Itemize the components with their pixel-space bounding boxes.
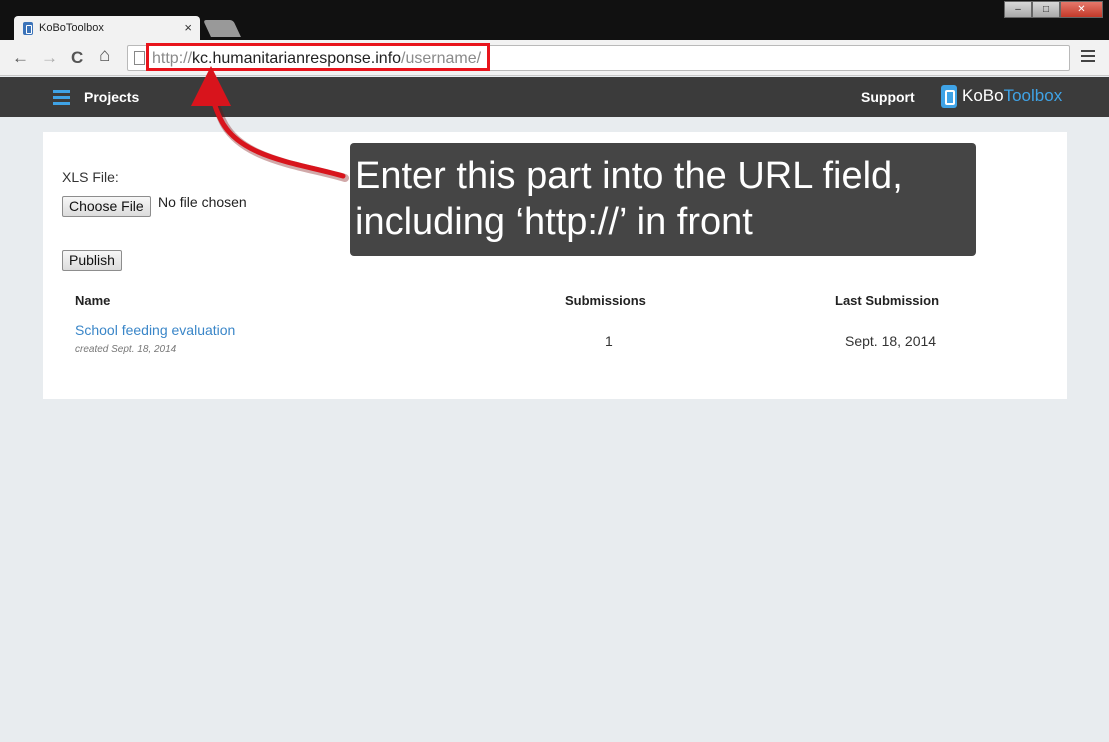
annotation-line-2: including ‘http://’ in front — [355, 201, 753, 243]
choose-file-button[interactable]: Choose File — [62, 196, 151, 217]
project-link[interactable]: School feeding evaluation — [75, 322, 235, 338]
annotation-callout: Enter this part into the URL field, incl… — [350, 143, 976, 256]
column-header-name[interactable]: Name — [75, 293, 110, 308]
page-icon — [134, 51, 145, 65]
xls-file-label: XLS File: — [62, 169, 119, 185]
back-arrow-icon[interactable]: ← — [12, 48, 29, 68]
annotation-line-1: Enter this part into the URL field, — [355, 155, 903, 197]
minimize-button[interactable]: – — [1004, 1, 1032, 18]
browser-titlebar: KoBoToolbox × – □ ✕ — [0, 0, 1109, 41]
tab-title: KoBoToolbox — [39, 22, 104, 34]
new-tab-button[interactable] — [203, 20, 241, 37]
window-controls: – □ ✕ — [1004, 1, 1103, 18]
submissions-count: 1 — [605, 333, 613, 349]
column-header-submissions[interactable]: Submissions — [565, 293, 646, 308]
tab-close-icon[interactable]: × — [184, 20, 192, 35]
annotation-text: Enter this part into the URL field, incl… — [355, 153, 903, 245]
app-header: Projects Support KoBoToolbox — [0, 77, 1109, 117]
column-header-last-submission[interactable]: Last Submission — [835, 293, 939, 308]
kobo-logo-icon — [941, 85, 957, 108]
maximize-button[interactable]: □ — [1032, 1, 1060, 18]
last-submission-date: Sept. 18, 2014 — [845, 333, 937, 349]
home-icon[interactable]: ⌂ — [99, 45, 110, 67]
kobo-brand-logo[interactable]: KoBoToolbox — [962, 86, 1062, 106]
url-highlight-box — [146, 43, 490, 71]
brand-ko: KoBo — [962, 86, 1004, 105]
no-file-chosen-text: No file chosen — [158, 194, 247, 210]
browser-tab[interactable]: KoBoToolbox × — [14, 16, 200, 41]
browser-menu-icon[interactable] — [1081, 50, 1095, 65]
project-created-date: created Sept. 18, 2014 — [75, 344, 177, 355]
kobo-favicon-icon — [23, 22, 33, 35]
close-window-button[interactable]: ✕ — [1060, 1, 1103, 18]
support-link[interactable]: Support — [861, 89, 915, 105]
hamburger-menu-icon[interactable] — [53, 90, 70, 108]
publish-button[interactable]: Publish — [62, 250, 122, 271]
forward-arrow-icon[interactable]: → — [41, 48, 58, 68]
brand-toolbox: Toolbox — [1003, 86, 1063, 105]
projects-link[interactable]: Projects — [84, 89, 139, 105]
reload-icon[interactable]: C — [71, 48, 83, 68]
